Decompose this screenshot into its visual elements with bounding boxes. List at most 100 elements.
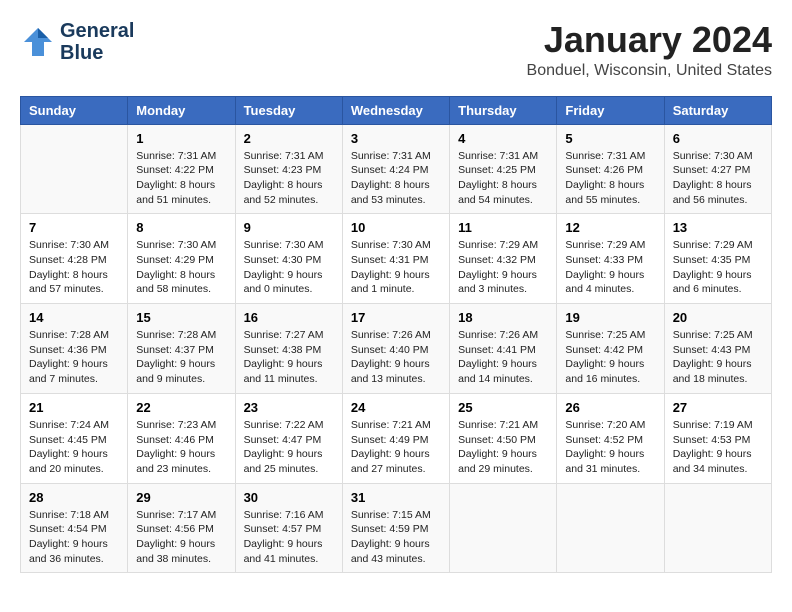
day-number: 6 [673, 131, 763, 146]
day-info: Sunrise: 7:29 AMSunset: 4:33 PMDaylight:… [565, 238, 655, 297]
day-info: Sunrise: 7:30 AMSunset: 4:29 PMDaylight:… [136, 238, 226, 297]
calendar-cell: 27 Sunrise: 7:19 AMSunset: 4:53 PMDayligh… [664, 393, 771, 483]
column-header-wednesday: Wednesday [342, 96, 449, 124]
day-info: Sunrise: 7:25 AMSunset: 4:43 PMDaylight:… [673, 328, 763, 387]
calendar-week-row: 7 Sunrise: 7:30 AMSunset: 4:28 PMDaylight… [21, 214, 772, 304]
day-number: 31 [351, 490, 441, 505]
column-header-friday: Friday [557, 96, 664, 124]
calendar-cell [664, 483, 771, 573]
day-number: 22 [136, 400, 226, 415]
day-info: Sunrise: 7:31 AMSunset: 4:24 PMDaylight:… [351, 149, 441, 208]
title-block: January 2024 Bonduel, Wisconsin, United … [527, 20, 772, 80]
calendar-cell: 4 Sunrise: 7:31 AMSunset: 4:25 PMDaylight… [450, 124, 557, 214]
day-info: Sunrise: 7:30 AMSunset: 4:30 PMDaylight:… [244, 238, 334, 297]
day-info: Sunrise: 7:23 AMSunset: 4:46 PMDaylight:… [136, 418, 226, 477]
calendar-header-row: SundayMondayTuesdayWednesdayThursdayFrid… [21, 96, 772, 124]
day-number: 27 [673, 400, 763, 415]
calendar-cell: 24 Sunrise: 7:21 AMSunset: 4:49 PMDayligh… [342, 393, 449, 483]
day-number: 1 [136, 131, 226, 146]
day-info: Sunrise: 7:26 AMSunset: 4:41 PMDaylight:… [458, 328, 548, 387]
calendar-cell: 6 Sunrise: 7:30 AMSunset: 4:27 PMDaylight… [664, 124, 771, 214]
day-info: Sunrise: 7:28 AMSunset: 4:37 PMDaylight:… [136, 328, 226, 387]
day-number: 2 [244, 131, 334, 146]
day-info: Sunrise: 7:19 AMSunset: 4:53 PMDaylight:… [673, 418, 763, 477]
page-header: General Blue January 2024 Bonduel, Wisco… [20, 20, 772, 80]
day-info: Sunrise: 7:26 AMSunset: 4:40 PMDaylight:… [351, 328, 441, 387]
column-header-sunday: Sunday [21, 96, 128, 124]
day-info: Sunrise: 7:29 AMSunset: 4:35 PMDaylight:… [673, 238, 763, 297]
calendar-cell: 12 Sunrise: 7:29 AMSunset: 4:33 PMDayligh… [557, 214, 664, 304]
calendar-cell: 5Sunrise: 7:31 AMSunset: 4:26 PMDaylight… [557, 124, 664, 214]
day-number: 23 [244, 400, 334, 415]
column-header-thursday: Thursday [450, 96, 557, 124]
calendar-cell: 30Sunrise: 7:16 AMSunset: 4:57 PMDayligh… [235, 483, 342, 573]
day-number: 30 [244, 490, 334, 505]
day-number: 17 [351, 310, 441, 325]
day-info: Sunrise: 7:28 AMSunset: 4:36 PMDaylight:… [29, 328, 119, 387]
calendar-cell: 17 Sunrise: 7:26 AMSunset: 4:40 PMDayligh… [342, 304, 449, 394]
day-info: Sunrise: 7:27 AMSunset: 4:38 PMDaylight:… [244, 328, 334, 387]
day-info: Sunrise: 7:25 AMSunset: 4:42 PMDaylight:… [565, 328, 655, 387]
calendar-week-row: 21Sunrise: 7:24 AMSunset: 4:45 PMDayligh… [21, 393, 772, 483]
calendar-cell: 21Sunrise: 7:24 AMSunset: 4:45 PMDayligh… [21, 393, 128, 483]
calendar-cell: 22 Sunrise: 7:23 AMSunset: 4:46 PMDayligh… [128, 393, 235, 483]
day-number: 18 [458, 310, 548, 325]
day-number: 26 [565, 400, 655, 415]
day-info: Sunrise: 7:30 AMSunset: 4:27 PMDaylight:… [673, 149, 763, 208]
calendar-cell: 28 Sunrise: 7:18 AMSunset: 4:54 PMDayligh… [21, 483, 128, 573]
day-number: 29 [136, 490, 226, 505]
calendar-cell [557, 483, 664, 573]
calendar-cell: 3Sunrise: 7:31 AMSunset: 4:24 PMDaylight… [342, 124, 449, 214]
calendar-cell [450, 483, 557, 573]
day-info: Sunrise: 7:21 AMSunset: 4:50 PMDaylight:… [458, 418, 548, 477]
day-number: 28 [29, 490, 119, 505]
day-info: Sunrise: 7:31 AMSunset: 4:25 PMDaylight:… [458, 149, 548, 208]
day-number: 16 [244, 310, 334, 325]
day-info: Sunrise: 7:30 AMSunset: 4:31 PMDaylight:… [351, 238, 441, 297]
calendar-cell: 31 Sunrise: 7:15 AMSunset: 4:59 PMDayligh… [342, 483, 449, 573]
logo-icon [20, 24, 56, 60]
day-info: Sunrise: 7:30 AMSunset: 4:28 PMDaylight:… [29, 238, 119, 297]
day-number: 11 [458, 220, 548, 235]
calendar-cell: 7 Sunrise: 7:30 AMSunset: 4:28 PMDaylight… [21, 214, 128, 304]
calendar-cell: 9 Sunrise: 7:30 AMSunset: 4:30 PMDaylight… [235, 214, 342, 304]
location: Bonduel, Wisconsin, United States [527, 62, 772, 80]
calendar-cell: 19Sunrise: 7:25 AMSunset: 4:42 PMDayligh… [557, 304, 664, 394]
day-number: 24 [351, 400, 441, 415]
calendar-week-row: 1Sunrise: 7:31 AMSunset: 4:22 PMDaylight… [21, 124, 772, 214]
day-info: Sunrise: 7:21 AMSunset: 4:49 PMDaylight:… [351, 418, 441, 477]
day-number: 9 [244, 220, 334, 235]
day-info: Sunrise: 7:29 AMSunset: 4:32 PMDaylight:… [458, 238, 548, 297]
logo: General Blue [20, 20, 134, 64]
day-info: Sunrise: 7:20 AMSunset: 4:52 PMDaylight:… [565, 418, 655, 477]
day-number: 12 [565, 220, 655, 235]
calendar-cell: 16 Sunrise: 7:27 AMSunset: 4:38 PMDayligh… [235, 304, 342, 394]
calendar-cell: 8 Sunrise: 7:30 AMSunset: 4:29 PMDaylight… [128, 214, 235, 304]
calendar-cell: 15Sunrise: 7:28 AMSunset: 4:37 PMDayligh… [128, 304, 235, 394]
day-number: 20 [673, 310, 763, 325]
calendar-week-row: 28 Sunrise: 7:18 AMSunset: 4:54 PMDayligh… [21, 483, 772, 573]
day-number: 14 [29, 310, 119, 325]
calendar-cell: 11 Sunrise: 7:29 AMSunset: 4:32 PMDayligh… [450, 214, 557, 304]
day-number: 25 [458, 400, 548, 415]
column-header-saturday: Saturday [664, 96, 771, 124]
calendar-cell: 2 Sunrise: 7:31 AMSunset: 4:23 PMDaylight… [235, 124, 342, 214]
day-info: Sunrise: 7:31 AMSunset: 4:23 PMDaylight:… [244, 149, 334, 208]
day-number: 10 [351, 220, 441, 235]
calendar-cell: 13Sunrise: 7:29 AMSunset: 4:35 PMDayligh… [664, 214, 771, 304]
day-info: Sunrise: 7:31 AMSunset: 4:26 PMDaylight:… [565, 149, 655, 208]
day-number: 7 [29, 220, 119, 235]
day-info: Sunrise: 7:17 AMSunset: 4:56 PMDaylight:… [136, 508, 226, 567]
day-info: Sunrise: 7:24 AMSunset: 4:45 PMDaylight:… [29, 418, 119, 477]
calendar-cell: 29 Sunrise: 7:17 AMSunset: 4:56 PMDayligh… [128, 483, 235, 573]
day-number: 8 [136, 220, 226, 235]
day-info: Sunrise: 7:18 AMSunset: 4:54 PMDaylight:… [29, 508, 119, 567]
calendar-cell: 26 Sunrise: 7:20 AMSunset: 4:52 PMDayligh… [557, 393, 664, 483]
calendar-cell: 14 Sunrise: 7:28 AMSunset: 4:36 PMDayligh… [21, 304, 128, 394]
calendar-cell: 1Sunrise: 7:31 AMSunset: 4:22 PMDaylight… [128, 124, 235, 214]
day-number: 4 [458, 131, 548, 146]
month-title: January 2024 [527, 20, 772, 60]
day-info: Sunrise: 7:15 AMSunset: 4:59 PMDaylight:… [351, 508, 441, 567]
day-info: Sunrise: 7:22 AMSunset: 4:47 PMDaylight:… [244, 418, 334, 477]
logo-text: General Blue [60, 20, 134, 64]
